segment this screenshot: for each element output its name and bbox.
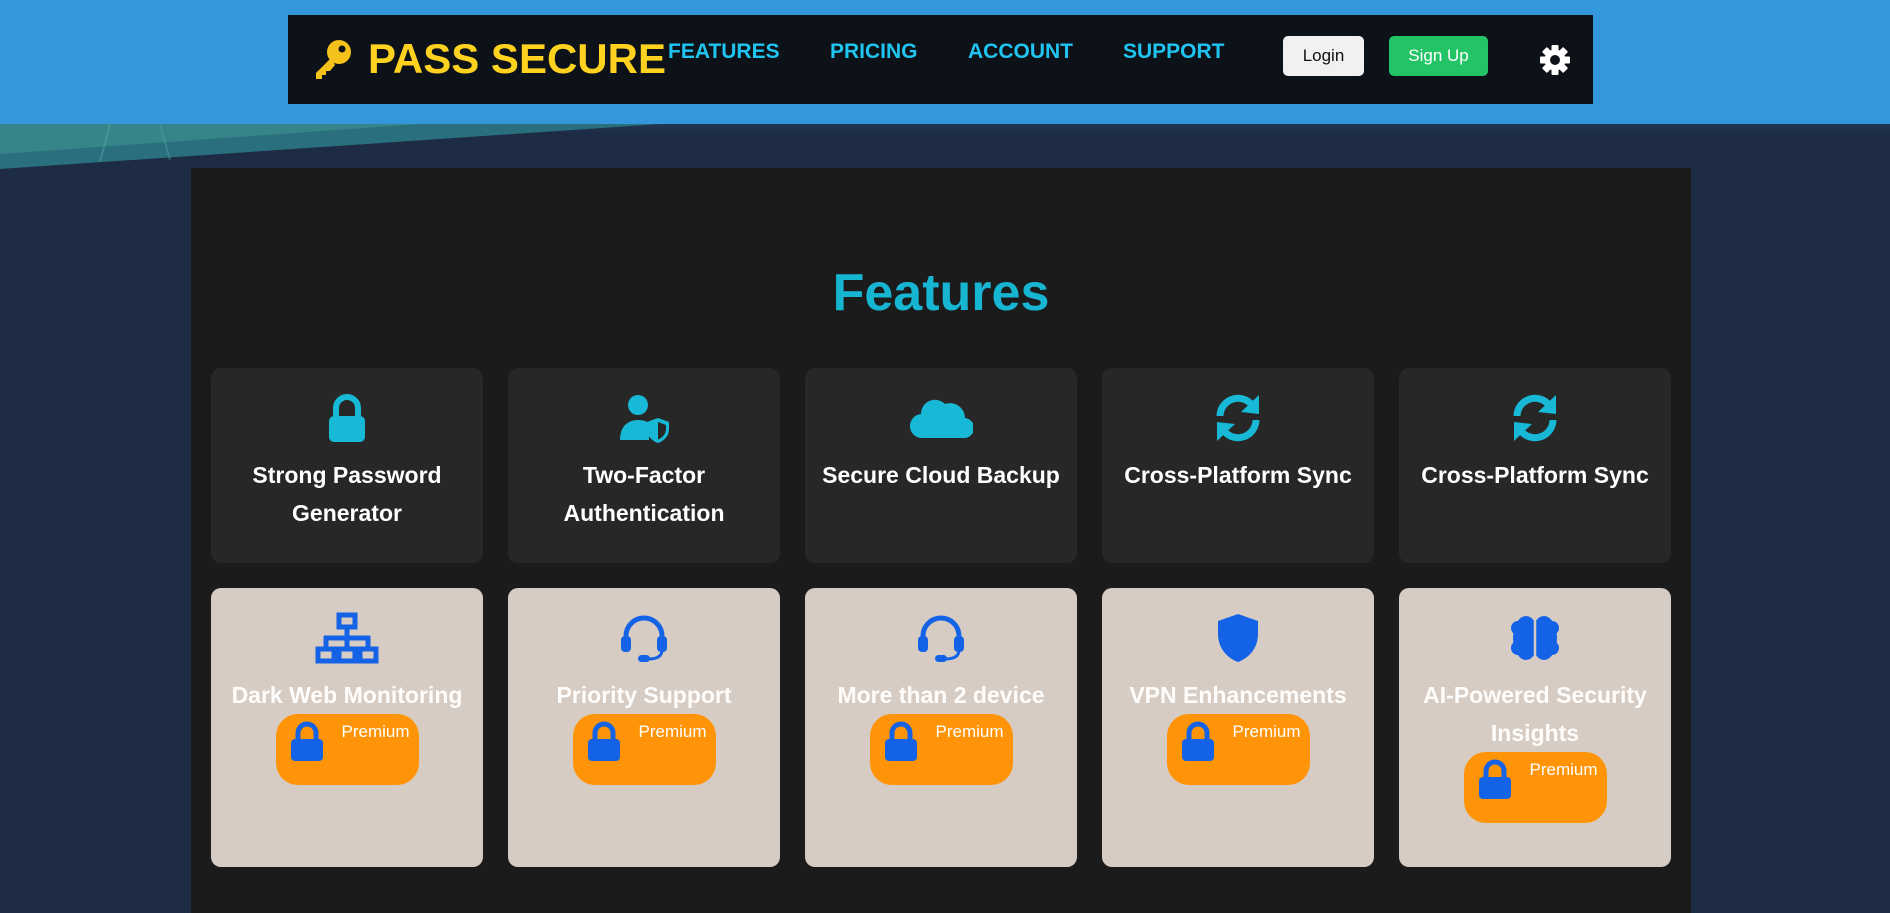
premium-badge[interactable]: Premium — [1463, 752, 1607, 823]
brain-icon — [1511, 615, 1559, 661]
feature-card-dark-web-monitoring[interactable]: Dark Web Monitoring Premium — [211, 588, 483, 867]
premium-badge[interactable]: Premium — [1166, 714, 1310, 785]
premium-label: Premium — [638, 722, 707, 741]
gear-icon — [1540, 45, 1570, 75]
premium-label: Premium — [935, 722, 1004, 741]
premium-label: Premium — [341, 722, 410, 741]
shield-icon — [1218, 614, 1258, 662]
feature-title: Priority Support — [556, 682, 732, 708]
network-icon — [315, 612, 379, 664]
nav-link-features[interactable]: FEATURES — [668, 40, 780, 64]
feature-title: AI-Powered Security Insights — [1423, 682, 1647, 746]
user-shield-icon — [620, 395, 669, 443]
feature-title: Two-Factor Authentication — [563, 462, 725, 526]
feature-card-password-generator[interactable]: Strong Password Generator — [211, 368, 483, 563]
feature-card-cross-platform-sync-2[interactable]: Cross-Platform Sync — [1399, 368, 1671, 563]
feature-card-cloud-backup[interactable]: Secure Cloud Backup — [805, 368, 1077, 563]
feature-title: Secure Cloud Backup — [822, 462, 1060, 488]
feature-card-vpn[interactable]: VPN Enhancements Premium — [1102, 588, 1374, 867]
feature-title: Cross-Platform Sync — [1124, 462, 1352, 488]
sync-icon — [1216, 394, 1260, 442]
feature-title: VPN Enhancements — [1129, 682, 1347, 708]
nav-link-pricing[interactable]: PRICING — [830, 40, 918, 64]
feature-title: Cross-Platform Sync — [1421, 462, 1649, 488]
premium-label: Premium — [1232, 722, 1301, 741]
feature-card-two-factor[interactable]: Two-Factor Authentication — [508, 368, 780, 563]
lock-icon — [884, 721, 917, 761]
premium-badge[interactable]: Premium — [869, 714, 1013, 785]
lock-icon — [1181, 721, 1214, 761]
theme-toggle-button[interactable] — [1535, 40, 1575, 80]
login-button[interactable]: Login — [1283, 36, 1364, 76]
section-title: Features — [832, 264, 1050, 322]
feature-title: Dark Web Monitoring — [231, 682, 463, 708]
brand-name: PASS SECURE — [368, 35, 666, 82]
nav-link-account[interactable]: ACCOUNT — [968, 40, 1073, 64]
premium-label: Premium — [1529, 760, 1598, 779]
feature-card-more-devices[interactable]: More than 2 device Premium — [805, 588, 1077, 867]
navbar: PASS SECURE FEATURES PRICING ACCOUNT SUP… — [288, 15, 1593, 104]
feature-card-cross-platform-sync[interactable]: Cross-Platform Sync — [1102, 368, 1374, 563]
feature-card-ai-insights[interactable]: AI-Powered Security Insights Premium — [1399, 588, 1671, 867]
nav-link-support[interactable]: SUPPORT — [1123, 40, 1225, 64]
cloud-icon — [910, 399, 973, 439]
feature-card-priority-support[interactable]: Priority Support Premium — [508, 588, 780, 867]
lock-icon — [329, 394, 365, 442]
sync-icon — [1513, 394, 1557, 442]
key-icon — [316, 40, 351, 79]
premium-badge[interactable]: Premium — [572, 714, 716, 785]
header-decor — [0, 124, 660, 169]
premium-badge[interactable]: Premium — [275, 714, 419, 785]
lock-icon — [1478, 759, 1511, 799]
lock-icon — [587, 721, 620, 761]
headset-icon — [621, 615, 667, 662]
signup-button[interactable]: Sign Up — [1389, 36, 1488, 76]
brand-logo[interactable]: PASS SECURE — [308, 32, 666, 86]
lock-icon — [290, 721, 323, 761]
features-section: Features Strong Password Generator Two-F… — [191, 168, 1691, 913]
feature-title: More than 2 device — [837, 682, 1045, 708]
headset-icon — [918, 615, 964, 662]
feature-title: Strong Password Generator — [252, 462, 442, 526]
